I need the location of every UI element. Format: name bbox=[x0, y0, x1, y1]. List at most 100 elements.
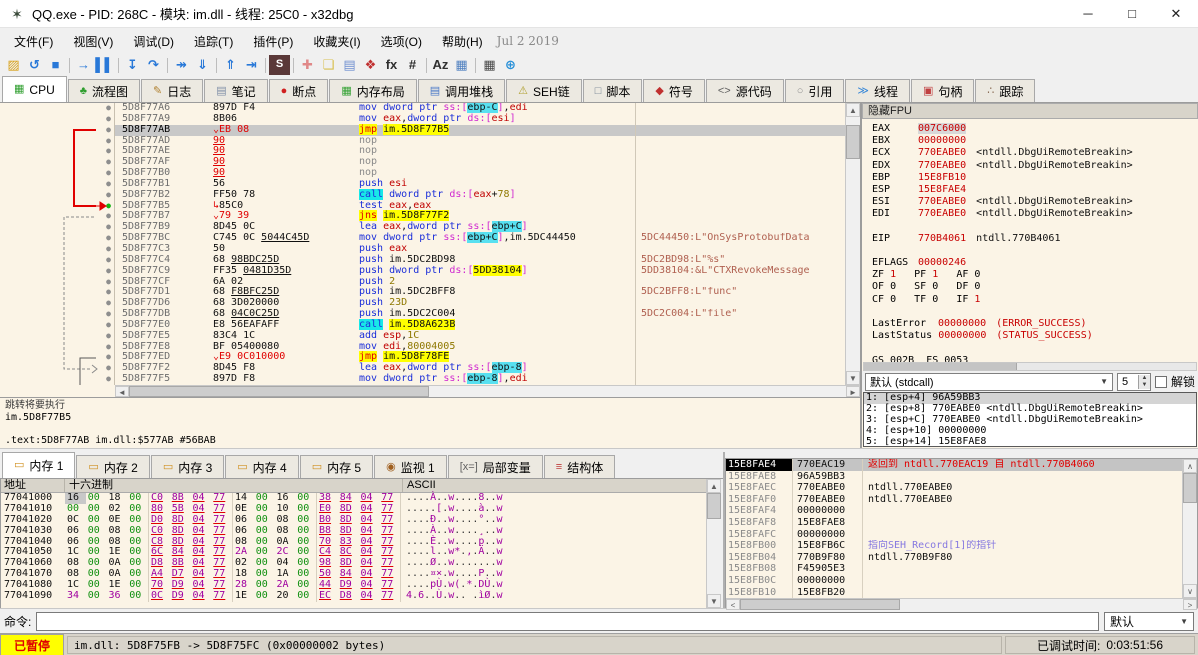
flags-row[interactable]: CF 0 TF 0 IF 1 bbox=[872, 294, 1198, 306]
tab-引用[interactable]: ○ 引用 bbox=[784, 79, 845, 102]
stack-row[interactable]: 15E8FAF4 00000000 bbox=[726, 505, 1182, 517]
globe-button[interactable]: ⊕ bbox=[500, 55, 521, 75]
arg-count-stepper[interactable]: 5 ▲ ▼ bbox=[1116, 372, 1151, 391]
tab-符号[interactable]: ◆ 符号 bbox=[643, 79, 705, 102]
scroll-left-icon[interactable]: < bbox=[726, 599, 740, 611]
segment-registers[interactable]: GS 002B FS 0053 bbox=[872, 355, 1198, 362]
disasm-row[interactable]: ● 5D8F77AB ⌄EB 08 jmp im.5D8F77B5 bbox=[0, 123, 845, 136]
stop-button[interactable]: ■ bbox=[45, 55, 66, 75]
patch-button[interactable]: ✚ bbox=[297, 55, 318, 75]
menu-选项[interactable]: 选项(O) bbox=[371, 30, 432, 53]
tab-跟踪[interactable]: ∴ 跟踪 bbox=[975, 79, 1036, 102]
memory-row[interactable]: 77041030 06 00 08 00 C0 8D 04 77 06 00 08 00 B8 8D 04 77… bbox=[1, 525, 706, 537]
menu-插件[interactable]: 插件(P) bbox=[243, 30, 303, 53]
step-over-button[interactable]: ↷ bbox=[143, 55, 164, 75]
open-file-button[interactable]: ▨ bbox=[3, 55, 24, 75]
tab-内存 2[interactable]: ▭ 内存 2 bbox=[76, 455, 150, 478]
menu-文件[interactable]: 文件(F) bbox=[4, 30, 63, 53]
memory-row[interactable]: 77041000 16 00 18 00 C0 8B 04 77 14 00 16 00 38 84 04 77… bbox=[1, 492, 706, 504]
tab-句柄[interactable]: ▣ 句柄 bbox=[910, 79, 975, 102]
registers-hscrollbar[interactable] bbox=[863, 362, 1197, 371]
scroll-left-icon[interactable]: ◄ bbox=[115, 386, 129, 397]
bookmark-button[interactable]: ❖ bbox=[360, 55, 381, 75]
favourites-button[interactable]: ▤ bbox=[339, 55, 360, 75]
disasm-hscrollbar[interactable]: ◄ ► bbox=[115, 385, 860, 397]
seh-button[interactable]: S bbox=[269, 55, 290, 75]
memory-row[interactable]: 77041010 00 00 02 00 80 5B 04 77 0E 00 10 00 E0 8D 04 77… bbox=[1, 503, 706, 515]
stack-row[interactable]: 15E8FB0C 00000000 bbox=[726, 574, 1182, 587]
step-into-source-button[interactable]: ⇓ bbox=[192, 55, 213, 75]
memory-row[interactable]: 77041060 08 00 0A 00 D8 8B 04 77 02 00 04 00 98 8D 04 77… bbox=[1, 557, 706, 570]
call-arguments[interactable]: 1: [esp+4] 96A59BB3 2: [esp+8] 770EABE0 <… bbox=[863, 392, 1197, 447]
registers-list[interactable]: EAX 007C6000 EBX 00000000 ECX 770EABE0 <ntdll.… bbox=[862, 119, 1198, 362]
tab-监视 1[interactable]: ◉ 监视 1 bbox=[374, 455, 447, 478]
tab-笔记[interactable]: ▤ 笔记 bbox=[204, 79, 268, 102]
tab-内存 3[interactable]: ▭ 内存 3 bbox=[150, 455, 225, 478]
register-EAX[interactable]: EAX 007C6000 bbox=[872, 123, 1198, 135]
minimize-button[interactable]: ─ bbox=[1066, 0, 1110, 28]
stack-row[interactable]: 15E8FAEC 770EABE0 ntdll.770EABE0 bbox=[726, 482, 1182, 494]
text-az-button[interactable]: Az bbox=[430, 55, 451, 75]
menu-调试[interactable]: 调试(D) bbox=[123, 30, 184, 53]
register-EBX[interactable]: EBX 00000000 bbox=[872, 135, 1198, 147]
menu-视图[interactable]: 视图(V) bbox=[63, 30, 123, 53]
function-button[interactable]: fx bbox=[381, 55, 402, 75]
step-out-button[interactable]: ⇑ bbox=[220, 55, 241, 75]
spinner-arrows-icon[interactable]: ▲ ▼ bbox=[1137, 374, 1150, 389]
menu-追踪[interactable]: 追踪(T) bbox=[184, 30, 243, 53]
scroll-up-icon[interactable]: ∧ bbox=[1183, 459, 1197, 473]
register-EBP[interactable]: EBP 15E8FB10 bbox=[872, 172, 1198, 184]
unlock-checkbox[interactable] bbox=[1154, 375, 1167, 388]
register-LastError[interactable]: LastError 00000000 (ERROR_SUCCESS) bbox=[872, 318, 1198, 330]
attach-button[interactable]: ⇥ bbox=[241, 55, 262, 75]
stack-row[interactable]: 15E8FAE4 770EAC19 返回到 ntdll.770EAC19 自 ntd… bbox=[726, 459, 1182, 471]
memory-row[interactable]: 77041020 0C 00 0E 00 D0 8D 04 77 06 00 08 00 B0 8D 04 77… bbox=[1, 514, 706, 526]
register-LastStatus[interactable]: LastStatus 00000000 (STATUS_SUCCESS) bbox=[872, 330, 1198, 342]
tab-线程[interactable]: ≫ 线程 bbox=[845, 79, 910, 102]
scroll-up-icon[interactable]: ▲ bbox=[846, 103, 860, 117]
register-ESI[interactable]: ESI 770EABE0 <ntdll.DbgUiRemoteBreakin> bbox=[872, 196, 1198, 208]
stack-row[interactable]: 15E8FB04 770B9F80 ntdll.770B9F80 bbox=[726, 551, 1182, 564]
tab-内存 1[interactable]: ▭ 内存 1 bbox=[2, 452, 76, 478]
disasm-vscrollbar[interactable]: ▲ ▼ bbox=[845, 103, 860, 385]
stack-row[interactable]: 15E8FAF8 15E8FAE8 bbox=[726, 516, 1182, 529]
step-into-button[interactable]: ↧ bbox=[122, 55, 143, 75]
disasm-row[interactable]: ● 5D8F77C9 FF35 0481D35D push dword ptr ds:… bbox=[0, 264, 845, 277]
comment-button[interactable]: ❏ bbox=[318, 55, 339, 75]
tab-调用堆栈[interactable]: ▤ 调用堆栈 bbox=[417, 79, 506, 102]
stack-vscrollbar[interactable]: ∧ ∨ bbox=[1182, 459, 1197, 599]
memory-row[interactable]: 77041070 08 00 0A 00 A4 D7 04 77 18 00 1A 00 50 84 04 77… bbox=[1, 568, 706, 581]
argument-row[interactable]: 5: [esp+14] 15E8FAE8 bbox=[864, 436, 1196, 446]
hide-fpu-button[interactable]: 隐藏FPU bbox=[862, 103, 1198, 119]
memory-row[interactable]: 77041090 34 00 36 00 0C D9 04 77 1E 00 20 00 EC D8 04 77… bbox=[1, 590, 706, 602]
calling-convention-select[interactable]: 默认 (stdcall) ▼ bbox=[865, 372, 1113, 391]
scroll-right-icon[interactable]: > bbox=[1183, 599, 1197, 611]
menu-帮助[interactable]: 帮助(H) bbox=[432, 30, 493, 53]
disassembly-rows[interactable]: ● 5D8F77A6 897D F4 mov dword ptr ss:[ebp-C]… bbox=[0, 103, 845, 385]
stack-row[interactable]: 15E8FB00 15E8FB6C 指向SEH_Record[1]的指针 bbox=[726, 540, 1182, 552]
flags-row[interactable]: OF 0 SF 0 DF 0 bbox=[872, 281, 1198, 293]
tab-SEH链[interactable]: ⚠ SEH链 bbox=[506, 79, 582, 102]
stack-row[interactable]: 15E8FAE8 96A59BB3 bbox=[726, 470, 1182, 483]
register-ECX[interactable]: ECX 770EABE0 <ntdll.DbgUiRemoteBreakin> bbox=[872, 147, 1198, 159]
memory-row[interactable]: 77041040 06 00 08 00 C8 8D 04 77 08 00 0A 00 70 83 04 77… bbox=[1, 536, 706, 548]
menu-收藏夹[interactable]: 收藏夹(I) bbox=[303, 30, 370, 53]
stack-row[interactable]: 15E8FB08 F45905E3 bbox=[726, 563, 1182, 575]
tab-CPU[interactable]: ▦ CPU bbox=[2, 76, 67, 102]
maximize-button[interactable]: □ bbox=[1110, 0, 1154, 28]
stack-row[interactable]: 15E8FB10 15E8FB20 bbox=[726, 586, 1182, 599]
memory-row[interactable]: 77041080 1C 00 1E 00 70 D9 04 77 28 00 2A 00 44 D9 04 77… bbox=[1, 579, 706, 592]
tab-源代码[interactable]: <> 源代码 bbox=[705, 79, 784, 102]
restart-button[interactable]: ↺ bbox=[24, 55, 45, 75]
memory-vscrollbar[interactable]: ▲ ▼ bbox=[706, 479, 721, 608]
run-button[interactable]: → bbox=[73, 55, 94, 75]
stack-rows[interactable]: 15E8FAE4 770EAC19 返回到 ntdll.770EAC19 自 ntd… bbox=[726, 459, 1182, 599]
flags-row[interactable]: ZF 1 PF 1 AF 0 bbox=[872, 269, 1198, 281]
tab-内存 5[interactable]: ▭ 内存 5 bbox=[299, 455, 374, 478]
scroll-down-icon[interactable]: ∨ bbox=[1183, 584, 1197, 599]
stack-row[interactable]: 15E8FAFC 00000000 bbox=[726, 528, 1182, 541]
stack-hscrollbar[interactable]: < > bbox=[726, 598, 1197, 611]
scroll-down-icon[interactable]: ▼ bbox=[707, 594, 721, 608]
stack-row[interactable]: 15E8FAF0 770EABE0 ntdll.770EABE0 bbox=[726, 493, 1182, 506]
tab-局部变量[interactable]: [x=] 局部变量 bbox=[447, 455, 543, 478]
